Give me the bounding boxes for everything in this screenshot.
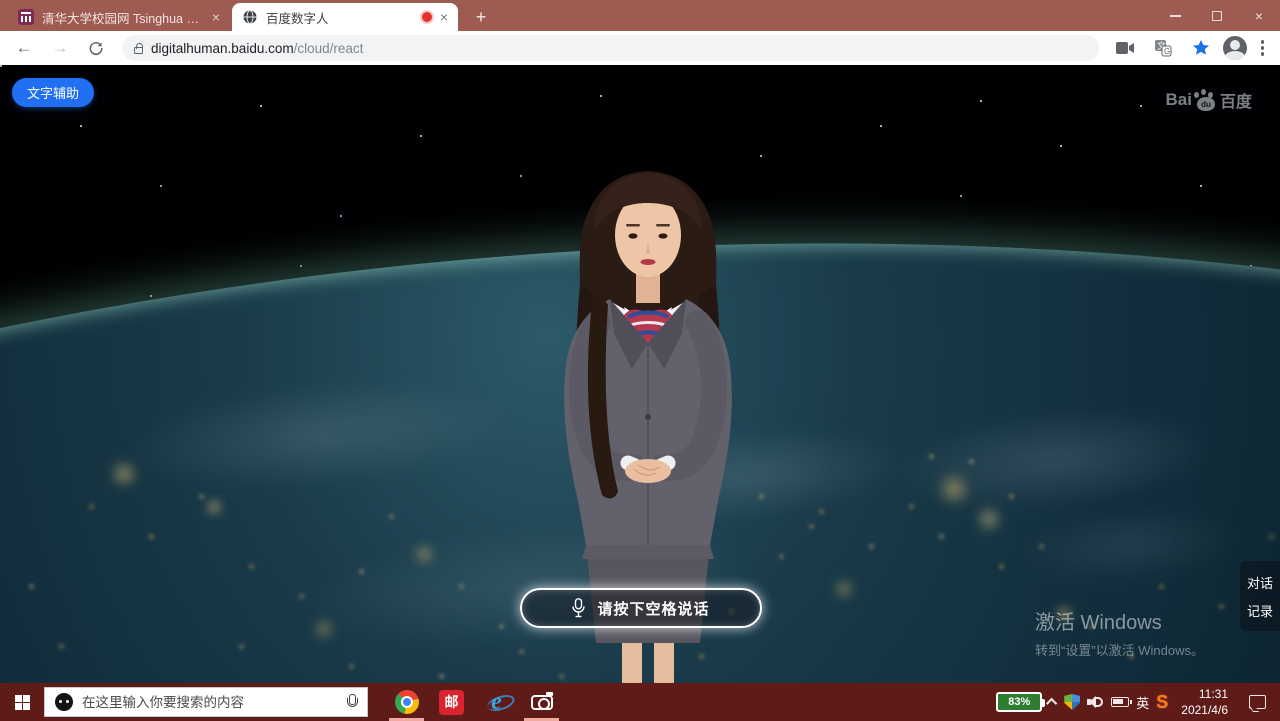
bookmark-star-icon[interactable] [1185,34,1217,62]
hidden-icons-chevron-icon[interactable] [1046,698,1057,709]
new-tab-button[interactable]: + [468,4,494,30]
globe-favicon-icon [242,9,258,25]
taskbar-search-input[interactable] [82,695,337,710]
mail-app-icon: 邮 [439,690,464,715]
battery-percent-badge[interactable]: 83% [996,692,1042,712]
baidu-logo: Bai du 百度 [1166,88,1252,112]
close-button[interactable]: × [1238,0,1280,31]
back-icon[interactable]: ← [8,34,40,62]
profile-avatar[interactable] [1223,36,1247,60]
city-lights [0,65,3,68]
taskbar-mail-button[interactable]: 邮 [429,683,474,721]
volume-icon[interactable] [1087,695,1104,709]
sogou-input-icon[interactable]: S [1156,692,1168,713]
battery-icon[interactable] [1111,697,1129,707]
side-panel-tabs: 对话 记录 [1240,561,1280,631]
tab-record[interactable]: 记录 [1247,601,1273,620]
start-button[interactable] [0,683,44,721]
tab-title: 百度数字人 [266,8,414,27]
defender-shield-icon[interactable] [1064,694,1080,710]
internet-explorer-icon: e [491,690,502,714]
taskbar-ie-button[interactable]: e [474,683,519,721]
recording-indicator-icon [422,12,432,22]
baidu-paw-icon: du [1194,89,1218,111]
tab-bar: 清华大学校园网 Tsinghua Univ × 百度数字人 × + × [0,0,1280,31]
svg-text:G: G [1164,47,1170,56]
tab-tsinghua[interactable]: 清华大学校园网 Tsinghua Univ × [8,3,230,31]
nav-right-icons: 文G [1109,34,1273,62]
taskbar-camera-button[interactable] [519,683,564,721]
menu-dots-icon[interactable] [1253,40,1273,56]
tab-close-icon[interactable]: × [212,10,220,24]
taskbar-chrome-button[interactable] [384,683,429,721]
microphone-icon [572,598,585,618]
chrome-icon [395,690,419,714]
push-to-talk-button[interactable]: 请按下空格说话 [520,588,762,628]
reload-icon[interactable] [80,34,112,62]
pinned-apps: 邮 e [384,683,564,721]
restore-button[interactable] [1196,0,1238,31]
page-viewport: 文字辅助 Bai du 百度 对话 记录 请按下空格说话 激活 Windows … [0,65,1280,683]
browser-window: 清华大学校园网 Tsinghua Univ × 百度数字人 × + × ← → [0,0,1280,721]
input-language-indicator[interactable]: 英 [1136,693,1149,712]
windows-taskbar: 邮 e 83% 英 S 11:31 2021/4/6 [0,683,1280,721]
video-camera-icon[interactable] [1109,34,1141,62]
windows-logo-icon [15,695,30,710]
forward-icon[interactable]: → [44,34,76,62]
text-assist-button[interactable]: 文字辅助 [12,78,94,107]
system-tray: 83% 英 S 11:31 2021/4/6 [996,686,1280,718]
search-mic-icon[interactable] [346,694,357,710]
taskbar-search-box[interactable] [44,687,368,717]
url-text: digitalhuman.baidu.com/cloud/react [151,41,363,56]
tsinghua-favicon-icon [18,9,34,25]
translate-icon[interactable]: 文G [1147,34,1179,62]
window-controls: × [1154,0,1280,31]
clock-date: 2021/4/6 [1181,702,1228,718]
tab-dialog[interactable]: 对话 [1247,573,1273,592]
lock-icon [134,47,143,54]
push-to-talk-label: 请按下空格说话 [597,598,709,619]
clock-time: 11:31 [1181,686,1228,702]
navigation-bar: ← → digitalhuman.baidu.com/cloud/react 文… [0,31,1280,65]
action-center-icon[interactable] [1249,695,1266,709]
camera-app-icon [531,695,553,710]
taskbar-clock[interactable]: 11:31 2021/4/6 [1175,686,1234,718]
search-assistant-icon [55,693,73,711]
minimize-button[interactable] [1154,0,1196,31]
tab-close-icon[interactable]: × [440,10,448,24]
tab-digital-human[interactable]: 百度数字人 × [232,3,458,31]
nav-buttons: ← → [8,34,112,62]
tab-title: 清华大学校园网 Tsinghua Univ [42,8,204,27]
address-bar[interactable]: digitalhuman.baidu.com/cloud/react [122,35,1099,61]
